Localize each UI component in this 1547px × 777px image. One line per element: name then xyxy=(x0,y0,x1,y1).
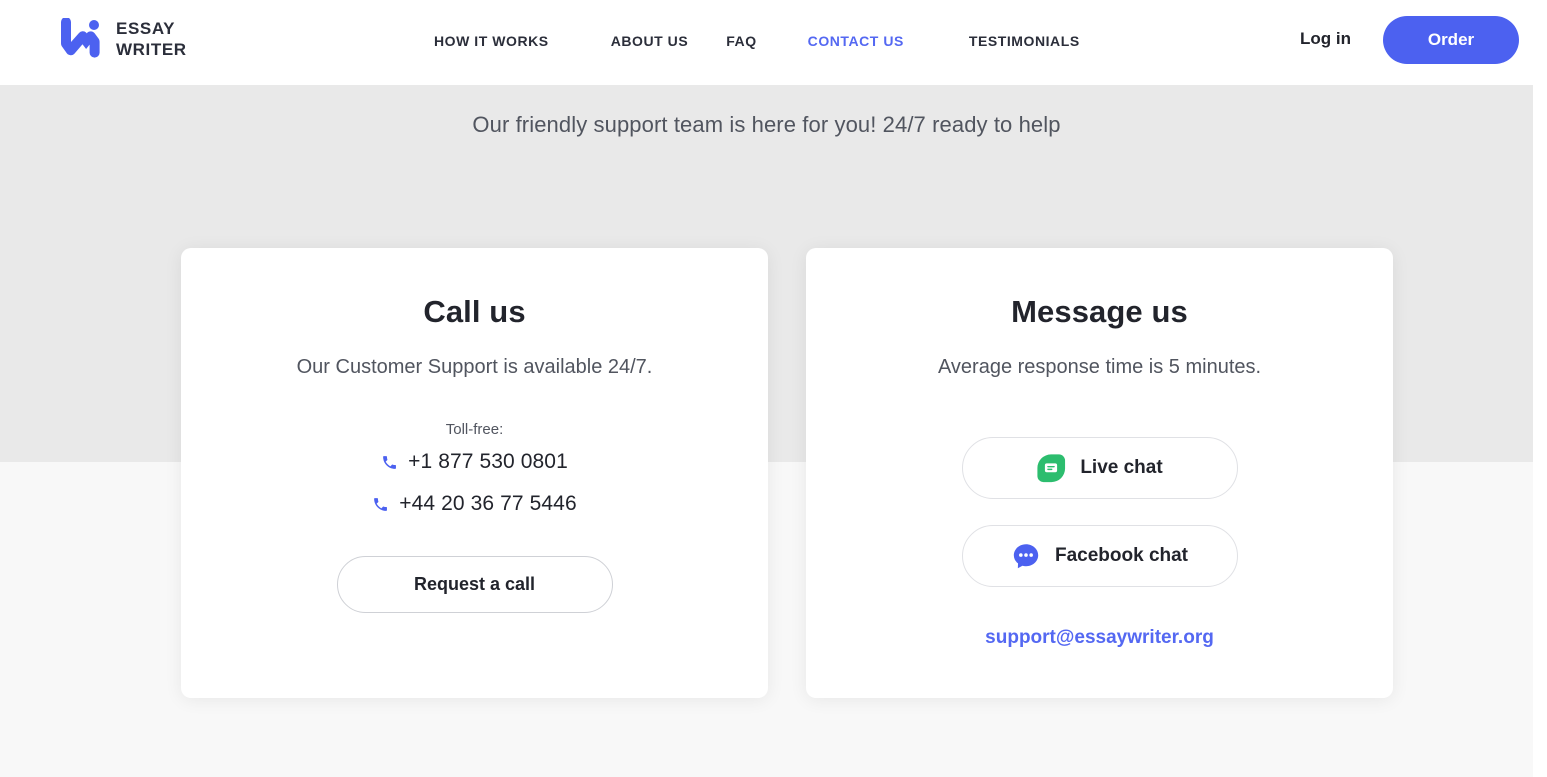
phone-link-us[interactable]: +1 877 530 0801 xyxy=(181,450,768,474)
nav-item-how-it-works[interactable]: HOW IT WORKS xyxy=(434,33,549,49)
support-email-link[interactable]: support@essaywriter.org xyxy=(806,627,1393,649)
scrollbar-gutter[interactable] xyxy=(1533,0,1547,777)
facebook-messenger-icon xyxy=(1013,544,1039,569)
site-header: ESSAY WRITER HOW IT WORKS ABOUT US FAQ C… xyxy=(0,0,1533,85)
logo-wordmark: ESSAY WRITER xyxy=(116,18,187,60)
nav-item-contact-us[interactable]: CONTACT US xyxy=(808,33,904,49)
essaywriter-w-logo-icon xyxy=(61,18,100,58)
phone-number-us: +1 877 530 0801 xyxy=(408,450,568,473)
nav-item-testimonials[interactable]: TESTIMONIALS xyxy=(969,33,1080,49)
call-us-subtitle: Our Customer Support is available 24/7. xyxy=(296,356,653,378)
phone-number-uk: +44 20 36 77 5446 xyxy=(399,492,577,515)
toll-free-label: Toll-free: xyxy=(445,421,504,438)
facebook-chat-label: Facebook chat xyxy=(1054,545,1189,566)
main-navigation: HOW IT WORKS ABOUT US FAQ CONTACT US TES… xyxy=(434,33,1080,49)
phone-icon xyxy=(374,497,388,511)
message-us-subtitle: Average response time is 5 minutes. xyxy=(937,356,1262,378)
support-tagline: Our friendly support team is here for yo… xyxy=(472,112,1061,137)
message-us-card: Message us Average response time is 5 mi… xyxy=(806,248,1393,698)
message-us-title: Message us xyxy=(1011,294,1188,329)
logo-link[interactable]: ESSAY WRITER xyxy=(56,18,187,60)
phone-icon xyxy=(383,455,397,469)
call-us-card: Call us Our Customer Support is availabl… xyxy=(181,248,768,698)
login-link[interactable]: Log in xyxy=(1300,29,1351,49)
page-root: ESSAY WRITER HOW IT WORKS ABOUT US FAQ C… xyxy=(0,0,1547,777)
nav-item-about-us[interactable]: ABOUT US xyxy=(611,33,689,49)
live-chat-label: Live chat xyxy=(1080,457,1163,478)
request-a-call-button[interactable]: Request a call xyxy=(336,556,613,613)
facebook-chat-button[interactable]: Facebook chat xyxy=(961,525,1238,587)
nav-item-faq[interactable]: FAQ xyxy=(726,33,756,49)
logo-line-2: WRITER xyxy=(116,40,187,59)
logo-line-1: ESSAY xyxy=(116,19,176,38)
call-us-title: Call us xyxy=(423,294,526,329)
live-chat-icon xyxy=(1037,454,1066,483)
phone-link-uk[interactable]: +44 20 36 77 5446 xyxy=(181,492,768,516)
live-chat-button[interactable]: Live chat xyxy=(961,437,1238,499)
order-button[interactable]: Order xyxy=(1383,16,1519,64)
